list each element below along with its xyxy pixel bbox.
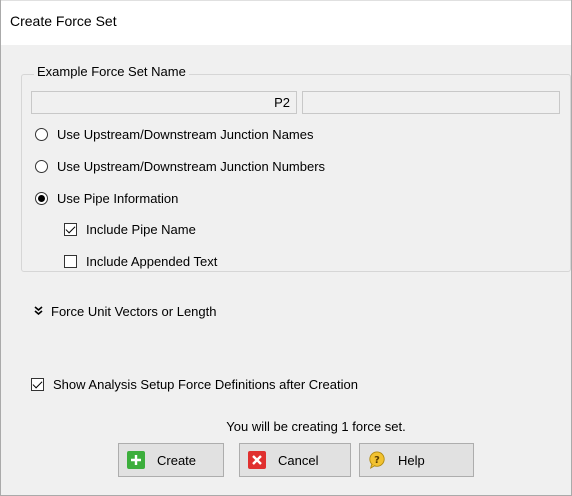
radio-junction-numbers-label: Use Upstream/Downstream Junction Numbers	[57, 158, 326, 174]
radio-junction-names-label: Use Upstream/Downstream Junction Names	[57, 126, 314, 142]
show-after-creation-checkbox[interactable]	[31, 377, 44, 391]
expander-label: Force Unit Vectors or Length	[51, 304, 217, 319]
radio-pipe-information[interactable]: Use Pipe Information	[35, 188, 178, 208]
include-pipe-name-label: Include Pipe Name	[86, 221, 196, 237]
include-pipe-name-checkbox[interactable]	[64, 222, 77, 236]
example-name-field: P2	[31, 91, 297, 114]
include-pipe-name-option[interactable]: Include Pipe Name	[64, 219, 196, 239]
radio-junction-numbers[interactable]: Use Upstream/Downstream Junction Numbers	[35, 156, 325, 176]
show-after-creation-option[interactable]: Show Analysis Setup Force Definitions af…	[31, 374, 358, 394]
double-chevron-down-icon	[34, 305, 43, 318]
creation-summary-text: You will be creating 1 force set.	[226, 419, 406, 434]
radio-junction-names-indicator[interactable]	[35, 127, 48, 141]
radio-junction-names[interactable]: Use Upstream/Downstream Junction Names	[35, 124, 313, 144]
create-button-label: Create	[157, 452, 197, 468]
cancel-button[interactable]: Cancel	[239, 443, 351, 477]
cancel-button-label: Cancel	[278, 452, 319, 468]
include-appended-text-label: Include Appended Text	[86, 253, 218, 269]
example-appended-field	[302, 91, 560, 114]
radio-pipe-information-indicator[interactable]	[35, 191, 48, 205]
plus-icon	[127, 451, 145, 469]
help-bubble-icon: ?	[368, 451, 386, 470]
dialog-titlebar[interactable]: Create Force Set	[1, 0, 571, 45]
include-appended-text-checkbox[interactable]	[64, 254, 77, 268]
radio-junction-numbers-indicator[interactable]	[35, 159, 48, 173]
help-button[interactable]: ? Help	[359, 443, 474, 477]
example-force-set-legend: Example Force Set Name	[34, 64, 189, 79]
dialog-title: Create Force Set	[10, 13, 117, 29]
help-button-label: Help	[398, 452, 425, 468]
force-unit-vectors-expander[interactable]: Force Unit Vectors or Length	[34, 304, 216, 319]
show-after-creation-label: Show Analysis Setup Force Definitions af…	[53, 376, 358, 392]
create-force-set-dialog: Create Force Set Example Force Set Name …	[0, 0, 572, 496]
create-button[interactable]: Create	[118, 443, 224, 477]
include-appended-text-option[interactable]: Include Appended Text	[64, 251, 217, 271]
close-icon	[248, 451, 266, 469]
svg-text:?: ?	[374, 455, 380, 466]
radio-pipe-information-label: Use Pipe Information	[57, 190, 179, 206]
